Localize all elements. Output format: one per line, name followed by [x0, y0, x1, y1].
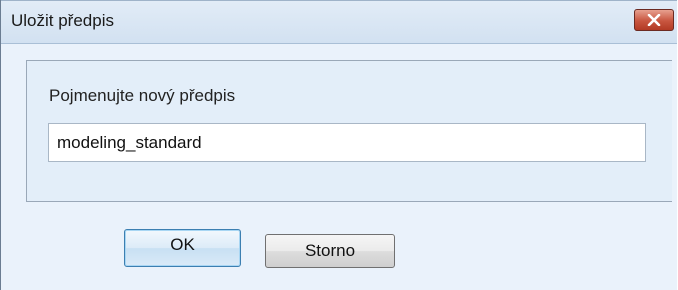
cancel-button[interactable]: Storno: [265, 234, 395, 268]
save-rule-dialog: Uložit předpis Pojmenujte nový předpis O…: [0, 0, 677, 290]
close-icon: [647, 14, 661, 26]
dialog-title: Uložit předpis: [11, 11, 114, 30]
rule-name-input[interactable]: [48, 123, 646, 162]
rule-name-label: Pojmenujte nový předpis: [49, 86, 236, 105]
close-button[interactable]: [634, 9, 674, 31]
ok-button[interactable]: OK: [124, 229, 241, 267]
content-panel: Pojmenujte nový předpis: [26, 60, 672, 202]
title-bar[interactable]: Uložit předpis: [1, 0, 677, 44]
